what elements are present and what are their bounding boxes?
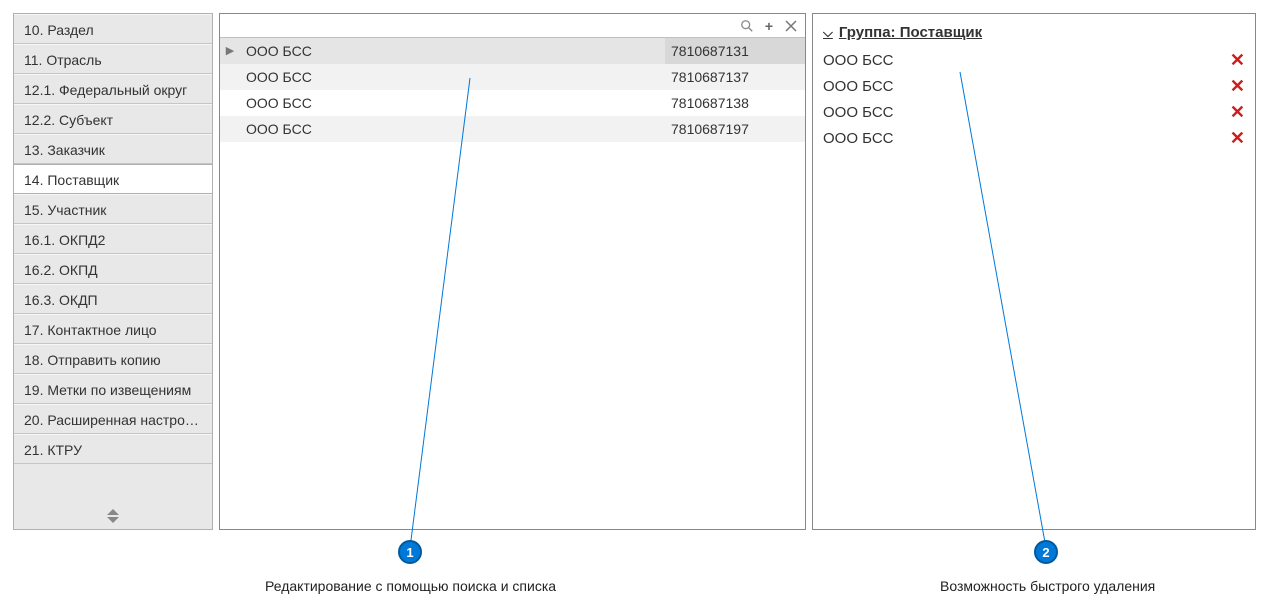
sidebar-item[interactable]: 17. Контактное лицо xyxy=(14,314,212,344)
delete-icon[interactable]: ✕ xyxy=(1230,76,1245,97)
sidebar-scroll-arrows xyxy=(14,503,212,529)
row-name: ООО БСС xyxy=(240,38,665,64)
row-handle-icon xyxy=(220,90,240,116)
callout-text-1: Редактирование с помощью поиска и списка xyxy=(265,578,556,594)
row-name: ООО БСС xyxy=(240,90,665,116)
add-icon[interactable]: + xyxy=(761,18,777,34)
results-panel: + ▶ООО БСС7810687131ООО БСС7810687137ООО… xyxy=(219,13,806,530)
results-table: ▶ООО БСС7810687131ООО БСС7810687137ООО Б… xyxy=(220,38,805,529)
sidebar-item[interactable]: 21. КТРУ xyxy=(14,434,212,464)
callout-badge-1: 1 xyxy=(398,540,422,564)
sidebar-item[interactable]: 16.1. ОКПД2 xyxy=(14,224,212,254)
delete-icon[interactable]: ✕ xyxy=(1230,128,1245,149)
sidebar: 10. Раздел11. Отрасль12.1. Федеральный о… xyxy=(13,13,213,530)
sidebar-item[interactable]: 12.2. Субъект xyxy=(14,104,212,134)
group-item-label: ООО БСС xyxy=(823,78,894,95)
group-item-label: ООО БСС xyxy=(823,130,894,147)
sidebar-item[interactable]: 20. Расширенная настройка xyxy=(14,404,212,434)
sidebar-item[interactable]: 15. Участник xyxy=(14,194,212,224)
sidebar-item[interactable]: 14. Поставщик xyxy=(14,164,212,194)
delete-icon[interactable]: ✕ xyxy=(1230,50,1245,71)
table-row[interactable]: ООО БСС7810687138 xyxy=(220,90,805,116)
row-handle-icon: ▶ xyxy=(220,38,240,64)
group-panel: ⌵ Группа: Поставщик ООО БСС✕ООО БСС✕ООО … xyxy=(812,13,1256,530)
group-item: ООО БСС ✕ xyxy=(823,125,1245,151)
table-row[interactable]: ▶ООО БСС7810687131 xyxy=(220,38,805,64)
sidebar-item[interactable]: 19. Метки по извещениям xyxy=(14,374,212,404)
sidebar-item[interactable]: 16.3. ОКДП xyxy=(14,284,212,314)
group-item-label: ООО БСС xyxy=(823,104,894,121)
group-title: Группа: Поставщик xyxy=(839,24,982,41)
sidebar-scroll-up[interactable] xyxy=(107,509,119,515)
group-item: ООО БСС ✕ xyxy=(823,47,1245,73)
row-code: 7810687197 xyxy=(665,116,805,142)
table-row[interactable]: ООО БСС7810687197 xyxy=(220,116,805,142)
search-icon[interactable] xyxy=(739,18,755,34)
row-code: 7810687137 xyxy=(665,64,805,90)
group-item: ООО БСС ✕ xyxy=(823,99,1245,125)
callout-text-2: Возможность быстрого удаления xyxy=(940,578,1155,594)
row-name: ООО БСС xyxy=(240,64,665,90)
chevron-down-icon: ⌵ xyxy=(823,25,833,41)
row-name: ООО БСС xyxy=(240,116,665,142)
sidebar-item[interactable]: 10. Раздел xyxy=(14,14,212,44)
row-handle-icon xyxy=(220,64,240,90)
close-icon[interactable] xyxy=(783,18,799,34)
sidebar-item[interactable]: 16.2. ОКПД xyxy=(14,254,212,284)
delete-icon[interactable]: ✕ xyxy=(1230,102,1245,123)
sidebar-scroll-down[interactable] xyxy=(107,517,119,523)
group-item: ООО БСС ✕ xyxy=(823,73,1245,99)
search-toolbar: + xyxy=(220,14,805,38)
table-row[interactable]: ООО БСС7810687137 xyxy=(220,64,805,90)
sidebar-item[interactable]: 18. Отправить копию xyxy=(14,344,212,374)
sidebar-item[interactable]: 13. Заказчик xyxy=(14,134,212,164)
callout-badge-2: 2 xyxy=(1034,540,1058,564)
row-code: 7810687131 xyxy=(665,38,805,64)
sidebar-item[interactable]: 11. Отрасль xyxy=(14,44,212,74)
row-handle-icon xyxy=(220,116,240,142)
group-item-label: ООО БСС xyxy=(823,52,894,69)
group-header[interactable]: ⌵ Группа: Поставщик xyxy=(823,24,1245,41)
sidebar-item[interactable]: 12.1. Федеральный округ xyxy=(14,74,212,104)
row-code: 7810687138 xyxy=(665,90,805,116)
